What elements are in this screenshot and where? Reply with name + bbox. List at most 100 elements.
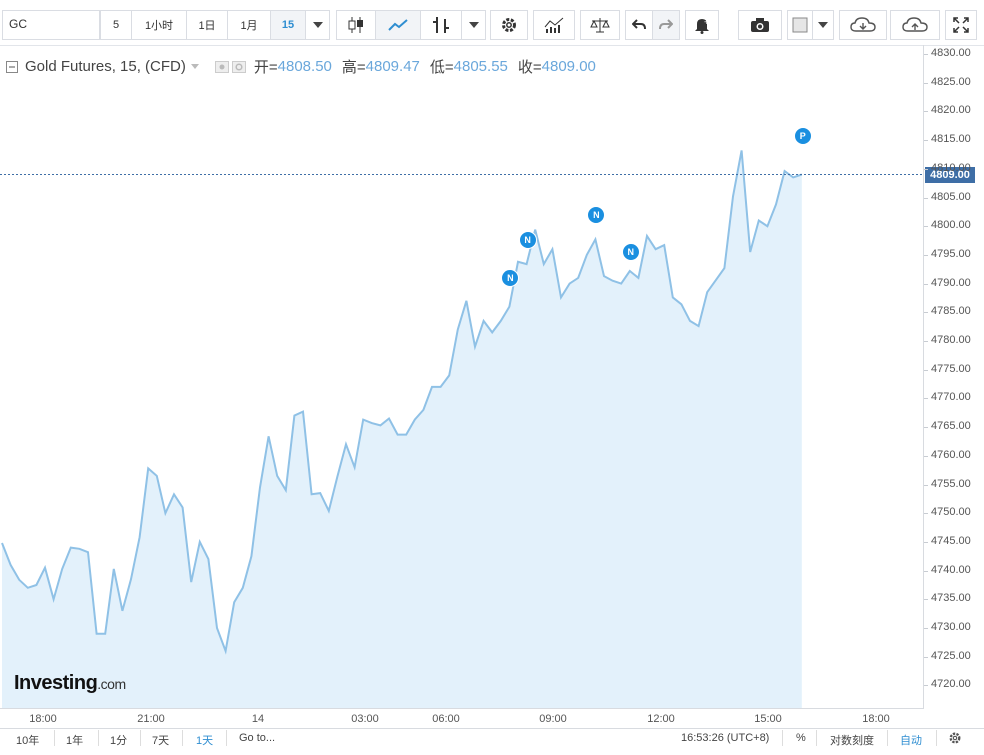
y-tick-label: 4775.00 — [931, 362, 971, 375]
y-tick — [924, 541, 928, 543]
y-tick — [924, 398, 928, 400]
chart-plot-area[interactable] — [0, 45, 924, 708]
alert-icon: + — [695, 17, 709, 34]
x-tick-label: 12:00 — [647, 713, 675, 725]
y-tick — [924, 628, 928, 629]
color-dropdown[interactable] — [812, 10, 834, 40]
divider — [816, 730, 817, 746]
gear-icon[interactable] — [231, 60, 246, 73]
range-7d[interactable]: 7天 — [152, 732, 169, 748]
interval-1h[interactable]: 1小时 — [131, 10, 187, 40]
divider — [936, 730, 937, 746]
interval-1m[interactable]: 1月 — [227, 10, 271, 40]
bar-chart-button[interactable] — [420, 10, 462, 40]
chevron-down-icon — [468, 22, 479, 28]
y-tick-label: 4765.00 — [931, 420, 971, 433]
y-tick-label: 4730.00 — [931, 621, 971, 633]
line-chart-button[interactable] — [375, 10, 421, 40]
event-marker-news[interactable]: N — [621, 243, 640, 261]
investing-logo: Investing.com — [14, 672, 126, 695]
event-marker-news[interactable]: N — [501, 268, 520, 287]
color-swatch-button[interactable] — [787, 10, 813, 40]
redo-icon — [659, 19, 673, 30]
symbol-input[interactable]: GC — [2, 10, 100, 40]
chart-type-dropdown[interactable] — [461, 10, 486, 40]
y-tick-label: 4720.00 — [931, 678, 971, 691]
y-tick — [924, 82, 928, 84]
y-tick — [924, 341, 928, 342]
low-value: 4805.55 — [453, 58, 508, 75]
divider — [887, 730, 888, 746]
compare-button[interactable] — [580, 10, 620, 40]
line-chart-icon — [388, 19, 408, 31]
alert-button[interactable]: + — [685, 10, 719, 40]
candlestick-button[interactable] — [336, 10, 376, 40]
range-1m[interactable]: 1分 — [110, 732, 127, 748]
interval-1d[interactable]: 1日 — [186, 10, 228, 40]
open-label: 开= — [253, 59, 278, 76]
interval-dropdown[interactable] — [305, 10, 330, 40]
y-tick-label: 4745.00 — [931, 534, 971, 547]
save-chart-button[interactable] — [890, 10, 940, 40]
y-tick-label: 4735.00 — [931, 592, 971, 605]
percent-toggle[interactable]: % — [796, 732, 806, 744]
x-tick-label: 09:00 — [539, 713, 567, 725]
y-tick-label: 4795.00 — [931, 247, 971, 260]
event-marker-news[interactable]: N — [518, 231, 537, 250]
goto-button[interactable]: Go to... — [239, 732, 275, 744]
chevron-down-icon — [312, 22, 323, 28]
y-tick-label: 4815.00 — [931, 133, 971, 146]
y-tick-label: 4810.00 — [931, 161, 971, 174]
candlestick-icon — [348, 17, 363, 33]
range-10y[interactable]: 10年 — [16, 732, 39, 748]
x-tick-label: 18:00 — [862, 713, 890, 725]
high-label: 高= — [341, 59, 366, 76]
y-tick — [924, 570, 928, 572]
cloud-download-icon — [850, 17, 876, 32]
event-marker-p[interactable]: P — [793, 126, 812, 145]
undo-button[interactable] — [625, 10, 653, 40]
settings-button[interactable] — [490, 10, 528, 40]
y-tick — [924, 513, 928, 515]
x-tick-label: 21:00 — [137, 713, 165, 725]
gear-icon[interactable] — [948, 731, 962, 745]
symbol-title[interactable]: Gold Futures, 15, (CFD) — [25, 58, 186, 75]
logo-brand: Investing — [14, 672, 98, 694]
y-tick — [924, 312, 928, 314]
log-scale-toggle[interactable]: 对数刻度 — [830, 732, 874, 748]
y-tick — [924, 283, 928, 285]
y-tick-label: 4740.00 — [931, 563, 971, 576]
interval-15[interactable]: 15 — [270, 10, 306, 40]
range-1y[interactable]: 1年 — [66, 732, 83, 748]
divider — [782, 730, 783, 746]
divider — [226, 730, 227, 746]
close-value: 4809.00 — [541, 58, 596, 75]
divider — [182, 730, 183, 746]
close-label: 收= — [517, 59, 542, 76]
y-tick — [924, 226, 928, 228]
y-tick-label: 4770.00 — [931, 391, 971, 404]
screenshot-button[interactable] — [738, 10, 782, 40]
visibility-icon[interactable] — [214, 60, 229, 73]
chart-legend: Gold Futures, 15, (CFD) 开= 4808.50 高= 4809… — [6, 56, 596, 77]
chart-toolbar: GC 5 1小时 1日 1月 15 + — [0, 0, 984, 46]
x-tick-label: 15:00 — [754, 713, 782, 725]
indicators-button[interactable] — [533, 10, 575, 40]
open-value: 4808.50 — [277, 58, 332, 75]
chevron-down-icon[interactable] — [190, 64, 199, 69]
redo-button[interactable] — [652, 10, 680, 40]
y-tick-label: 4785.00 — [931, 305, 971, 318]
load-chart-button[interactable] — [839, 10, 887, 40]
collapse-icon[interactable] — [6, 60, 18, 73]
divider — [140, 730, 141, 746]
x-tick-label: 03:00 — [351, 713, 379, 725]
auto-scale-toggle[interactable]: 自动 — [900, 732, 922, 748]
divider — [54, 730, 55, 746]
clock-display[interactable]: 16:53:26 (UTC+8) — [681, 732, 769, 744]
range-1d[interactable]: 1天 — [196, 732, 213, 748]
fullscreen-button[interactable] — [945, 10, 977, 40]
camera-icon — [751, 18, 769, 32]
undo-icon — [632, 19, 646, 30]
interval-5[interactable]: 5 — [100, 10, 132, 40]
price-area-fill — [2, 150, 802, 708]
